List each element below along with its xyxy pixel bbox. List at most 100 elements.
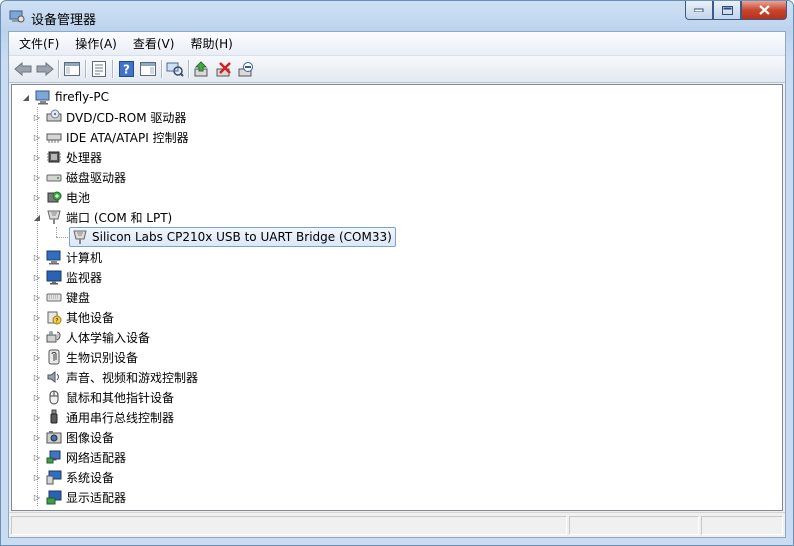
minimize-icon [694,8,704,12]
tree-category-label: DVD/CD-ROM 驱动器 [66,110,187,125]
disable-device-button[interactable] [235,58,257,80]
tree-category-node[interactable]: ▷ 键盘 [33,287,90,307]
expanded-arrow-icon[interactable]: ◢ [33,213,41,222]
computer-icon [35,90,50,105]
sound-icon [47,371,59,383]
uninstall-button[interactable] [213,58,235,80]
tree-category-label: 处理器 [66,150,103,165]
tree-category-node[interactable]: ▷ 网络适配器 [33,447,126,467]
properties-icon [92,61,106,77]
properties-button[interactable] [88,58,110,80]
tree-category-node[interactable]: ▷ 电池 [33,187,90,207]
tree-category-label: 通用串行总线控制器 [66,410,175,425]
collapsed-arrow-icon[interactable]: ▷ [33,133,41,142]
device-manager-icon [9,10,25,23]
tree-device-node[interactable]: Silicon Labs CP210x USB to UART Bridge (… [69,227,396,247]
tree-category-node[interactable]: ▷ 生物识别设备 [33,347,138,367]
tree-category-node[interactable]: ▷ IDE ATA/ATAPI 控制器 [33,127,189,147]
selected-item-highlight[interactable]: Silicon Labs CP210x USB to UART Bridge (… [69,227,396,247]
back-button[interactable] [12,58,34,80]
collapsed-arrow-icon[interactable]: ▷ [33,353,41,362]
show-hide-console-tree-button[interactable] [61,58,83,80]
maximize-icon [721,5,733,15]
close-button[interactable] [741,1,787,20]
device-tree[interactable]: ◢ firefly-PC ▷ DVD/CD-ROM 驱动器 ▷ IDE ATA/ATA… [11,84,783,511]
scan-hardware-changes-button[interactable] [164,58,186,80]
tree-root-label: firefly-PC [55,90,110,104]
tree-device-label: Silicon Labs CP210x USB to UART Bridge (… [92,230,392,244]
tree-category-label: 磁盘驱动器 [66,170,127,185]
collapsed-arrow-icon[interactable]: ▷ [33,473,41,482]
port-icon [73,230,87,244]
collapsed-arrow-icon[interactable]: ▷ [33,253,41,262]
menu-view[interactable]: 查看(V) [127,33,181,54]
collapsed-arrow-icon[interactable]: ▷ [33,493,41,502]
tree-category-label: 生物识别设备 [66,350,139,365]
tree-category-node[interactable]: ◢ 端口 (COM 和 LPT) [33,207,172,227]
tree-category-label: 其他设备 [66,310,115,325]
menu-help[interactable]: 帮助(H) [184,33,238,54]
system-devices-icon [46,470,62,485]
forward-button[interactable] [34,58,56,80]
tree-category-node[interactable]: ▷ 显示适配器 [33,487,126,507]
expanded-arrow-icon[interactable]: ◢ [22,93,30,102]
back-arrow-icon [14,62,32,76]
tree-category-node[interactable]: ▷ 鼠标和其他指针设备 [33,387,174,407]
collapsed-arrow-icon[interactable]: ▷ [33,413,41,422]
tree-category-node[interactable]: ▷ DVD/CD-ROM 驱动器 [33,107,186,127]
menu-action[interactable]: 操作(A) [69,33,123,54]
menu-file[interactable]: 文件(F) [13,33,65,54]
toolbar-separator [112,60,113,78]
client-area: 文件(F) 操作(A) 查看(V) 帮助(H) ? ◢ firefly-PC ▷… [8,31,786,538]
tree-category-label: 图像设备 [66,430,115,445]
collapsed-arrow-icon[interactable]: ▷ [33,333,41,342]
collapsed-arrow-icon[interactable]: ▷ [33,113,41,122]
tree-category-node[interactable]: ▷ 处理器 [33,147,102,167]
tree-root-node[interactable]: ◢ firefly-PC [22,87,109,107]
uninstall-icon [216,62,231,77]
collapsed-arrow-icon[interactable]: ▷ [33,373,41,382]
tree-category-node[interactable]: ▷ 监视器 [33,267,102,287]
tree-category-label: 系统设备 [66,470,115,485]
status-bar [9,512,785,537]
collapsed-arrow-icon[interactable]: ▷ [33,273,41,282]
tree-category-node[interactable]: ▷ 系统设备 [33,467,114,487]
collapsed-arrow-icon[interactable]: ▷ [33,313,41,322]
tree-category-label: 声音、视频和游戏控制器 [66,370,199,385]
usb-icon [50,409,58,424]
collapsed-arrow-icon[interactable]: ▷ [33,433,41,442]
minimize-button[interactable] [685,1,713,20]
action-pane-button[interactable] [137,58,159,80]
display-adapter-icon [46,490,62,505]
tree-category-node[interactable]: ▷ 计算机 [33,247,102,267]
processor-icon [47,151,61,163]
tree-category-node[interactable]: ▷ 图像设备 [33,427,114,447]
status-panel-main [11,516,567,535]
maximize-button[interactable] [713,1,741,20]
collapsed-arrow-icon[interactable]: ▷ [33,393,41,402]
tree-category-label: 端口 (COM 和 LPT) [66,210,173,225]
update-driver-button[interactable] [191,58,213,80]
menu-bar: 文件(F) 操作(A) 查看(V) 帮助(H) [9,32,785,56]
battery-icon [47,191,62,203]
toolbar-separator [161,60,162,78]
tree-category-node[interactable]: ▷? 其他设备 [33,307,114,327]
tree-category-node[interactable]: ▷ 人体学输入设备 [33,327,150,347]
tree-category-label: 监视器 [66,270,103,285]
device-manager-window: 设备管理器 文件(F) 操作(A) 查看(V) 帮助(H) ? ◢ firefl… [0,0,794,546]
tree-category-node[interactable]: ▷ 通用串行总线控制器 [33,407,174,427]
tree-category-node[interactable]: ▷ 声音、视频和游戏控制器 [33,367,198,387]
close-icon [758,5,770,15]
collapsed-arrow-icon[interactable]: ▷ [33,193,41,202]
collapsed-arrow-icon[interactable]: ▷ [33,173,41,182]
mouse-icon [49,390,59,405]
tree-category-label: 鼠标和其他指针设备 [66,390,175,405]
collapsed-arrow-icon[interactable]: ▷ [33,453,41,462]
window-title: 设备管理器 [31,13,97,28]
help-button[interactable]: ? [115,58,137,80]
tree-category-node[interactable]: ▷ 磁盘驱动器 [33,167,126,187]
tree-category-label: 人体学输入设备 [66,330,151,345]
collapsed-arrow-icon[interactable]: ▷ [33,293,41,302]
title-bar[interactable]: 设备管理器 [1,1,793,31]
collapsed-arrow-icon[interactable]: ▷ [33,153,41,162]
